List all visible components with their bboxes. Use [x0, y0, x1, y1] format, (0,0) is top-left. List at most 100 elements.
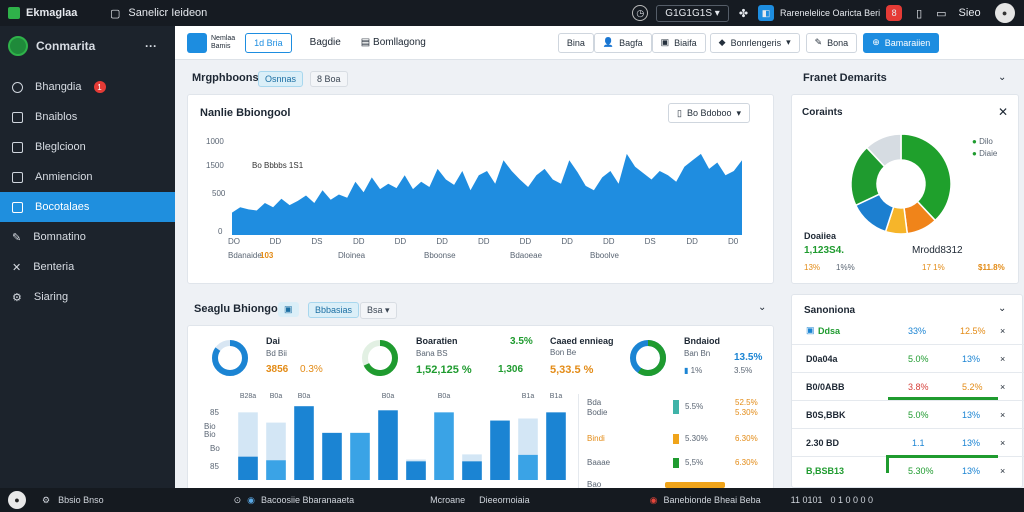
chat-icon[interactable]: ◧: [758, 5, 775, 21]
side-value: 52.5%: [735, 398, 758, 407]
x-tick: DD: [603, 237, 615, 246]
tab-bria[interactable]: 1d Bria: [245, 32, 292, 53]
bar-label: B0a: [382, 393, 395, 400]
bar-y-tick: 85: [210, 408, 219, 417]
close-icon[interactable]: ✕: [998, 105, 1008, 119]
stat-label: Doaiiea: [804, 231, 837, 241]
area-chart-select[interactable]: ▯ Bo Bdoboo ▾: [668, 103, 751, 123]
table-row[interactable]: B,BSB13 5.30% 13% ×: [792, 457, 1024, 485]
bar: [238, 456, 258, 480]
side-marker: [673, 458, 679, 468]
bar: [266, 460, 286, 480]
tab-bagdie[interactable]: Bagdie: [310, 37, 341, 48]
avatar[interactable]: ●: [994, 3, 1015, 23]
remove-icon[interactable]: ×: [1000, 382, 1005, 392]
sidebar-item-bomnatino[interactable]: ✎ Bomnatino: [0, 222, 175, 252]
header-btn-bina[interactable]: Bina: [557, 32, 594, 53]
kpi-label: Boaratien: [416, 336, 458, 346]
status-time-2: 0 1 0 0 0 0: [830, 495, 874, 505]
remove-icon[interactable]: ×: [1000, 326, 1005, 336]
bar-label: B0a: [270, 393, 283, 400]
remove-icon[interactable]: ×: [1000, 438, 1005, 448]
clock-icon[interactable]: ◷: [632, 5, 649, 21]
user-label[interactable]: Sieo: [959, 7, 981, 19]
overview-chip-active[interactable]: Osnnas: [258, 71, 304, 87]
status-right[interactable]: Banebionde Bheai Beba: [664, 495, 761, 505]
area-series: [232, 153, 742, 235]
window-icon[interactable]: ▢: [110, 7, 120, 20]
table-row[interactable]: 2.30 BD 1.1 13% ×: [792, 429, 1024, 457]
sidebar-item-siaring[interactable]: ⚙ Siaring: [0, 282, 175, 312]
table-row[interactable]: D0a04a 5.0% 13% ×: [792, 345, 1024, 373]
overview-chip-filter[interactable]: 8 Boa: [310, 71, 348, 87]
header-btn-bagfa[interactable]: 👤 Bagfa: [593, 32, 652, 53]
record-icon[interactable]: ◉: [650, 495, 658, 506]
chat-bubble-icon[interactable]: ▭: [936, 7, 946, 20]
sidebar-item-bhangdia[interactable]: Bhangdia 1: [0, 72, 175, 102]
puzzle-icon[interactable]: ✤: [739, 7, 748, 20]
remove-icon[interactable]: ×: [1000, 354, 1005, 364]
sidebar-item-bleglcioon[interactable]: Bleglcioon: [0, 132, 175, 162]
overview-title: Mrgphboons: [192, 72, 259, 84]
table-row[interactable]: ▣ Ddsa 33% 12.5% ×: [792, 317, 1024, 345]
workspace-dropdown[interactable]: G1G1G1S ▾: [656, 4, 729, 22]
chart-icon: [12, 201, 23, 213]
right-section-title: Franet Demarits: [803, 72, 887, 84]
kpi-label: Dai: [266, 336, 281, 346]
sidebar-item-bnaiblos[interactable]: Bnaiblos: [0, 102, 175, 132]
primary-action-button[interactable]: ⊕ Bamaraiien: [863, 32, 940, 53]
tool-icon: ✎: [12, 231, 22, 244]
chevron-down-icon[interactable]: ⌄: [998, 303, 1006, 314]
footer-r3: Bboolve: [590, 251, 619, 260]
search-label[interactable]: Sanelicr Ieideon: [128, 7, 207, 19]
app-icon[interactable]: ◉: [247, 495, 255, 506]
app-brand[interactable]: Ekmaglaa: [0, 7, 100, 19]
kpi-delta-2: 3.5%: [734, 366, 753, 375]
bar-y-tick: 85: [210, 462, 219, 471]
header-dropdown[interactable]: ◆ Bonrlengeris ▾: [709, 32, 800, 53]
status-mid2[interactable]: Mcroane: [430, 495, 465, 505]
side-list-label: Bindi: [587, 434, 605, 443]
sidebar-item-benteria[interactable]: ✕ Benteria: [0, 252, 175, 282]
sidebar-item-bocotalaes[interactable]: Bocotalaes: [0, 192, 175, 222]
grid-logo-icon[interactable]: [187, 32, 207, 53]
donut-chart: [850, 133, 952, 235]
bar-chart: B28a B0a B0a B0a B0a B1a B1a: [238, 393, 566, 480]
user-icon[interactable]: ●: [8, 491, 26, 509]
counter-badge[interactable]: 8: [886, 5, 903, 21]
bar: [546, 412, 566, 480]
header-btn-bona[interactable]: ✎ Bona: [805, 32, 858, 53]
stat-value-2: Mrodd8312: [912, 245, 963, 256]
settings-icon[interactable]: ⚙: [42, 495, 50, 506]
chevron-down-icon[interactable]: ⌄: [998, 72, 1006, 83]
segments-icon-chip[interactable]: ▣: [278, 302, 299, 317]
header-btn-biaifa[interactable]: ▣ Biaifa: [651, 32, 706, 53]
table-row[interactable]: B0S,BBK 5.0% 13% ×: [792, 401, 1024, 429]
x-tick: DD: [478, 237, 490, 246]
chevron-down-icon[interactable]: ⌄: [758, 302, 766, 313]
status-left[interactable]: Bbsio Bnso: [58, 495, 104, 505]
bar: [490, 420, 510, 480]
notification-text[interactable]: Rarenelelice Oaricta Beri: [780, 8, 880, 18]
progress-line: [888, 397, 998, 400]
kpi-ring: [362, 340, 398, 376]
footer-left-label: Bdanaide: [228, 251, 262, 260]
bell-icon[interactable]: ▯: [916, 7, 922, 20]
remove-icon[interactable]: ×: [1000, 410, 1005, 420]
status-mid3[interactable]: Dieeornoiaia: [479, 495, 530, 505]
segments-chip-active[interactable]: Bbbasias: [308, 302, 360, 318]
segments-chip-filter[interactable]: Bsa ▾: [360, 302, 397, 319]
sidebar-title: Conmarita: [36, 39, 96, 53]
bar: [406, 461, 426, 480]
globe-icon[interactable]: ⊙: [234, 495, 242, 506]
gear-icon: ⚙: [12, 291, 22, 304]
tab-bomllagong[interactable]: ▤ Bomllagong: [361, 37, 426, 48]
sidebar-item-anmiencion[interactable]: Anmiencion: [0, 162, 175, 192]
side-value: 5.30%: [735, 408, 758, 417]
more-icon[interactable]: ···: [145, 39, 157, 53]
donut-panel: Coraints ✕ ● Dilo ● Diaie Doaiiea 1,123S…: [791, 94, 1019, 284]
stat-value: 1,123S4.: [804, 245, 845, 256]
status-mid[interactable]: Bacoosiie Bbaranaaeta: [261, 495, 354, 505]
remove-icon[interactable]: ×: [1000, 466, 1005, 476]
x-tick: DD: [686, 237, 698, 246]
